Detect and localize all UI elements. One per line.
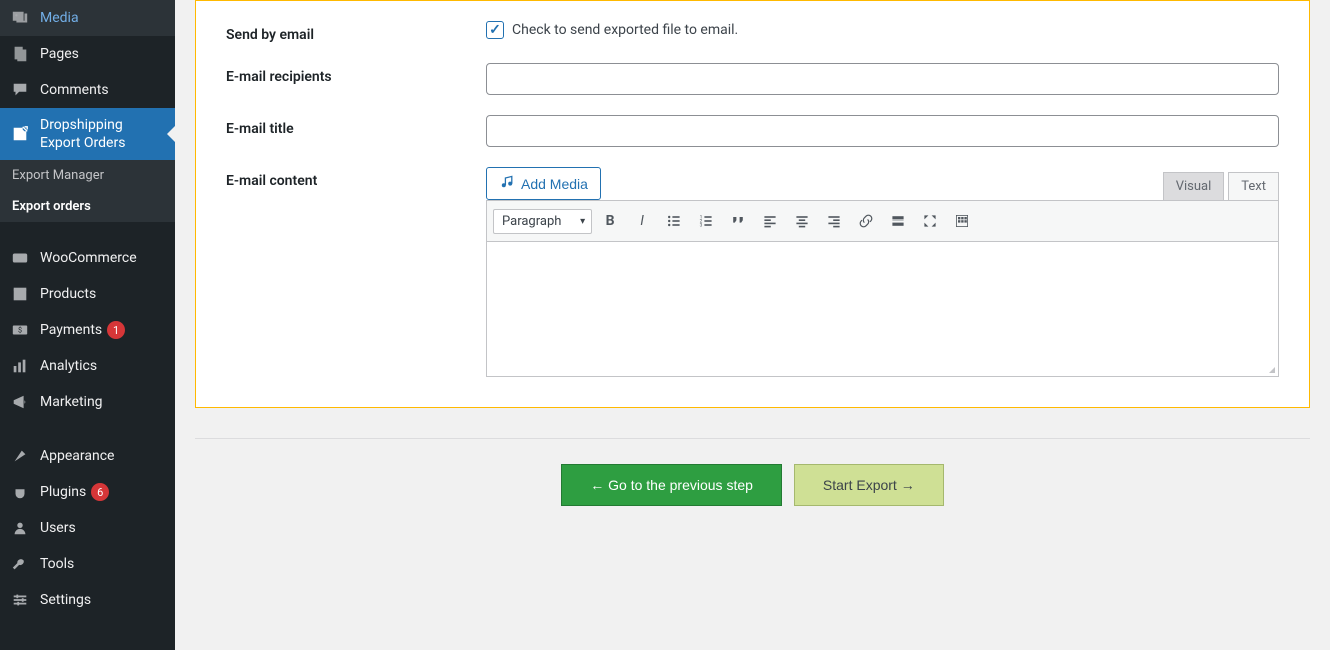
sidebar-item-label: Tools xyxy=(40,556,74,572)
sidebar-item-plugins[interactable]: Plugins 6 xyxy=(0,474,175,510)
row-send-by-email: Send by email Check to send exported fil… xyxy=(226,1,1279,43)
music-note-icon xyxy=(499,174,515,193)
sidebar-item-media[interactable]: Media xyxy=(0,0,175,36)
align-center-button[interactable] xyxy=(788,207,816,235)
sidebar-item-label: Pages xyxy=(40,46,79,62)
badge-count: 6 xyxy=(91,483,109,501)
link-button[interactable] xyxy=(852,207,880,235)
settings-icon xyxy=(10,590,30,610)
tools-icon xyxy=(10,554,30,574)
quote-button[interactable] xyxy=(724,207,752,235)
tab-visual[interactable]: Visual xyxy=(1163,172,1225,200)
sidebar-item-label: Marketing xyxy=(40,394,103,410)
label-send-by-email: Send by email xyxy=(226,21,486,43)
format-dropdown[interactable]: Paragraph xyxy=(493,209,592,234)
sidebar-item-label: Users xyxy=(40,520,76,536)
fullscreen-button[interactable] xyxy=(916,207,944,235)
editor-body[interactable] xyxy=(486,242,1279,377)
add-media-button[interactable]: Add Media xyxy=(486,167,601,200)
sidebar-item-label: Payments xyxy=(40,322,102,338)
sidebar-item-analytics[interactable]: Analytics xyxy=(0,348,175,384)
woo-icon xyxy=(10,248,30,268)
marketing-icon xyxy=(10,392,30,412)
sidebar-item-woocommerce[interactable]: WooCommerce xyxy=(0,240,175,276)
bold-button[interactable]: B xyxy=(596,207,624,235)
bullet-list-button[interactable] xyxy=(660,207,688,235)
sidebar-item-users[interactable]: Users xyxy=(0,510,175,546)
settings-panel: Send by email Check to send exported fil… xyxy=(195,0,1310,408)
start-export-button[interactable]: Start Export → xyxy=(794,464,944,506)
label-email-title: E-mail title xyxy=(226,115,486,137)
sidebar-item-label: Analytics xyxy=(40,358,97,374)
svg-text:3: 3 xyxy=(700,223,703,229)
media-icon xyxy=(10,8,30,28)
sidebar-item-label: Appearance xyxy=(40,448,114,464)
italic-button[interactable]: I xyxy=(628,207,656,235)
main-content: Send by email Check to send exported fil… xyxy=(175,0,1330,650)
sidebar-item-label: Comments xyxy=(40,82,109,98)
sidebar-item-tools[interactable]: Tools xyxy=(0,546,175,582)
previous-step-button[interactable]: ← Go to the previous step xyxy=(561,464,782,506)
svg-text:$: $ xyxy=(18,326,22,335)
row-email-title: E-mail title xyxy=(226,95,1279,147)
tab-text[interactable]: Text xyxy=(1228,172,1279,200)
row-email-recipients: E-mail recipients xyxy=(226,43,1279,95)
sidebar-item-label: Plugins xyxy=(40,484,86,500)
desc-send-by-email: Check to send exported file to email. xyxy=(512,22,738,38)
add-media-label: Add Media xyxy=(521,176,588,192)
badge-count: 1 xyxy=(107,321,125,339)
plugins-icon xyxy=(10,482,30,502)
align-left-button[interactable] xyxy=(756,207,784,235)
checkbox-send-by-email[interactable] xyxy=(486,21,504,39)
sidebar-item-label: Dropshipping Export Orders xyxy=(40,116,165,152)
sidebar-item-label: Products xyxy=(40,286,96,302)
submenu-item-export-orders[interactable]: Export orders xyxy=(0,191,175,222)
appearance-icon xyxy=(10,446,30,466)
sidebar-item-pages[interactable]: Pages xyxy=(0,36,175,72)
sidebar-item-comments[interactable]: Comments xyxy=(0,72,175,108)
read-more-button[interactable] xyxy=(884,207,912,235)
sidebar-item-label: WooCommerce xyxy=(40,250,137,266)
sidebar-item-payments[interactable]: $ Payments 1 xyxy=(0,312,175,348)
row-email-content: E-mail content Add Media Visual Text Par… xyxy=(226,147,1279,377)
sidebar-item-appearance[interactable]: Appearance xyxy=(0,438,175,474)
action-buttons: ← Go to the previous step Start Export → xyxy=(195,439,1310,516)
pages-icon xyxy=(10,44,30,64)
sidebar-item-label: Media xyxy=(40,10,79,26)
resize-handle[interactable] xyxy=(1264,362,1276,374)
sidebar-item-settings[interactable]: Settings xyxy=(0,582,175,618)
editor-toolbar: Paragraph B I 123 xyxy=(486,200,1279,242)
admin-sidebar: Media Pages Comments Dropshipping Export… xyxy=(0,0,175,650)
analytics-icon xyxy=(10,356,30,376)
sidebar-item-dropshipping-export[interactable]: Dropshipping Export Orders xyxy=(0,108,175,160)
payments-icon: $ xyxy=(10,320,30,340)
users-icon xyxy=(10,518,30,538)
numbered-list-button[interactable]: 123 xyxy=(692,207,720,235)
export-icon xyxy=(10,124,30,144)
sidebar-item-label: Settings xyxy=(40,592,91,608)
align-right-button[interactable] xyxy=(820,207,848,235)
sidebar-submenu: Export Manager Export orders xyxy=(0,160,175,222)
label-email-recipients: E-mail recipients xyxy=(226,63,486,85)
input-email-recipients[interactable] xyxy=(486,63,1279,95)
label-email-content: E-mail content xyxy=(226,167,486,189)
comments-icon xyxy=(10,80,30,100)
input-email-title[interactable] xyxy=(486,115,1279,147)
submenu-item-export-manager[interactable]: Export Manager xyxy=(0,160,175,191)
toolbar-toggle-button[interactable] xyxy=(948,207,976,235)
products-icon xyxy=(10,284,30,304)
sidebar-item-products[interactable]: Products xyxy=(0,276,175,312)
sidebar-item-marketing[interactable]: Marketing xyxy=(0,384,175,420)
